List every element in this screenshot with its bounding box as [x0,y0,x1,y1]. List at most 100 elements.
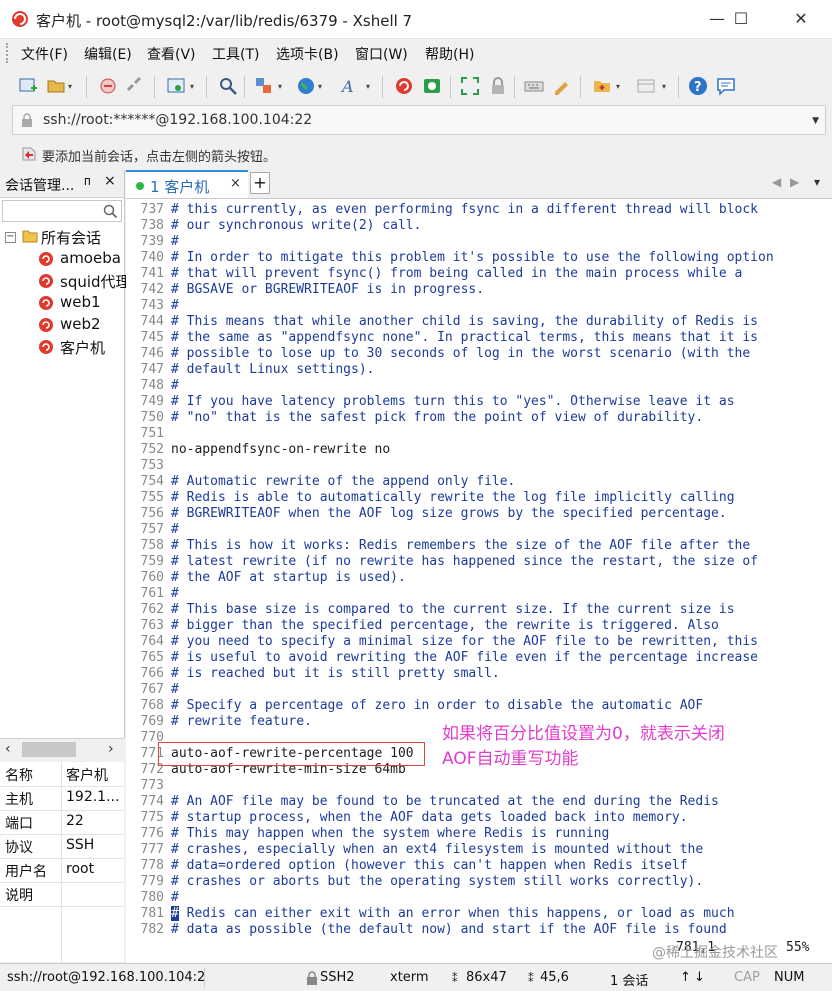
status-sessions-up-icon[interactable]: ↑ [680,970,691,985]
help-icon[interactable]: ? [688,76,708,96]
session-search-input[interactable] [2,200,122,222]
tab-close-icon[interactable]: × [230,176,241,191]
line-number: 768 [140,698,164,713]
session-item[interactable]: amoeba [60,249,121,267]
terminal-line: 782 # data as possible (the default now) … [126,922,832,938]
properties-dropdown-icon[interactable]: ▾ [190,82,194,91]
line-text: # Specify a percentage of zero in order … [171,698,704,713]
line-text: # An AOF file may be found to be truncat… [171,794,719,809]
cursor-icon: ⁑ [528,972,534,985]
layout-icon[interactable] [636,76,656,96]
address-bar[interactable]: ssh://root:******@192.168.100.104:22 ▼ [12,105,826,135]
line-text: # This base size is compared to the curr… [171,602,735,617]
line-text: # BGREWRITEAOF when the AOF log size gro… [171,506,727,521]
new-tab-folder-icon[interactable] [592,76,612,96]
menu-help[interactable]: 帮助(H) [425,44,474,64]
scroll-thumb[interactable] [22,742,76,757]
xshell-session-icon [39,252,53,266]
menu-window[interactable]: 窗口(W) [355,44,408,64]
keyboard-icon[interactable] [524,76,544,96]
maximize-button[interactable]: ☐ [718,0,764,38]
tab-prev-icon[interactable]: ◀ [772,175,781,189]
globe-dropdown-icon[interactable]: ▾ [318,82,322,91]
session-item[interactable]: web1 [60,293,101,311]
menu-edit[interactable]: 编辑(E) [84,44,132,64]
line-text: # [171,890,179,905]
lock-icon [307,971,317,985]
line-number: 764 [140,634,164,649]
highlight-box [158,742,425,766]
menu-tools[interactable]: 工具(T) [212,44,259,64]
font-icon[interactable]: A [340,76,360,96]
transfer-dropdown-icon[interactable]: ▾ [278,82,282,91]
properties-icon[interactable] [166,76,186,96]
panel-close-icon[interactable]: × [104,173,116,189]
xshell-icon[interactable] [394,76,414,96]
menu-tabs[interactable]: 选项卡(B) [276,44,339,64]
address-input[interactable]: ssh://root:******@192.168.100.104:22 [43,112,312,128]
add-session-arrow-icon[interactable] [21,146,37,162]
line-text: # [171,378,179,393]
property-row: 用户名 root [0,858,124,883]
line-number: 758 [140,538,164,553]
session-item[interactable]: squid代理 [60,271,131,292]
close-button[interactable]: ✕ [778,0,824,38]
new-tab-dropdown-icon[interactable]: ▾ [616,82,620,91]
session-item-active[interactable]: 客户机 [60,337,105,358]
terminal-line: 761 # [126,586,832,602]
find-icon[interactable] [218,76,238,96]
menu-file[interactable]: 文件(F) [21,44,68,64]
transfer-icon[interactable] [254,76,274,96]
chat-icon[interactable] [716,76,736,96]
terminal-line: 774 # An AOF file may be found to be trun… [126,794,832,810]
terminal-line: 780 # [126,890,832,906]
layout-dropdown-icon[interactable]: ▾ [662,82,666,91]
xshell-session-icon [39,274,53,288]
line-text: # possible to lose up to 30 seconds of l… [171,346,751,361]
new-session-icon[interactable] [18,76,38,96]
scroll-right-icon[interactable]: › [108,741,114,757]
scroll-left-icon[interactable]: ‹ [5,741,11,757]
disconnect-icon[interactable] [124,76,144,96]
session-item[interactable]: web2 [60,315,101,333]
new-tab-button[interactable]: + [250,172,270,194]
address-dropdown-icon[interactable]: ▼ [812,116,819,126]
line-number: 738 [140,218,164,233]
status-num: NUM [774,970,805,985]
open-folder-icon[interactable] [46,76,66,96]
status-protocol: SSH2 [320,970,355,985]
line-number: 744 [140,314,164,329]
tab-next-icon[interactable]: ▶ [790,175,799,189]
globe-icon[interactable] [296,76,316,96]
pin-icon[interactable]: ᴨ [84,174,91,188]
status-sessions-down-icon[interactable]: ↓ [694,970,705,985]
menu-view[interactable]: 查看(V) [147,44,196,64]
tree-root-all-sessions[interactable]: 所有会话 [41,227,101,248]
line-number: 773 [140,778,164,793]
open-dropdown-icon[interactable]: ▾ [68,82,72,91]
fullscreen-icon[interactable] [460,76,480,96]
session-tree-scrollbar[interactable]: ‹ › [0,738,124,760]
terminal-line: 756 # BGREWRITEAOF when the AOF log size … [126,506,832,522]
font-dropdown-icon[interactable]: ▾ [366,82,370,91]
line-text: # startup process, when the AOF data get… [171,810,688,825]
tab-client[interactable]: 1 客户机 × [126,170,248,198]
line-number: 747 [140,362,164,377]
terminal-line: 739 # [126,234,832,250]
line-text: # latest rewrite (if no rewrite has happ… [171,554,758,569]
terminal-line: 753 [126,458,832,474]
compose-icon[interactable] [552,76,572,96]
lock-icon[interactable] [488,76,508,96]
xftp-icon[interactable] [422,76,442,96]
tree-collapse-icon[interactable]: − [5,232,16,243]
terminal-view[interactable]: 737 # this currently, as even performing … [126,199,832,963]
line-number: 737 [140,202,164,217]
search-icon[interactable] [102,203,118,219]
connect-icon[interactable] [98,76,118,96]
terminal-line: 762 # This base size is compared to the c… [126,602,832,618]
tab-label[interactable]: 1 客户机 [150,176,209,197]
status-sessions: 1 会话 [610,974,649,989]
tab-list-icon[interactable]: ▾ [814,175,820,189]
line-text: # [171,298,179,313]
line-text: # crashes, especially when an ext4 files… [171,842,704,857]
